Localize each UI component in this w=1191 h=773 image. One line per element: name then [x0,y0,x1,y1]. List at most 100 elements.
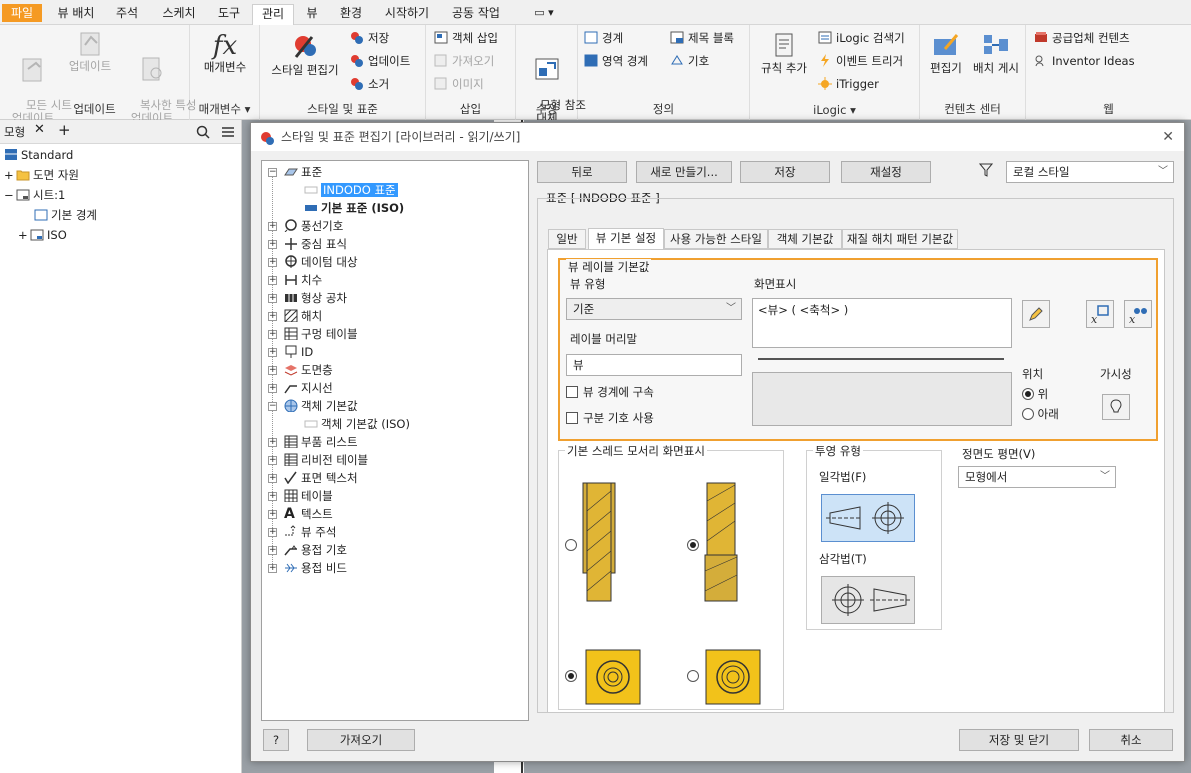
browser-tab-label[interactable]: 모형 [4,124,25,140]
ilogic-browser-button[interactable]: iLogic 검색기 [818,29,905,47]
position-above-radio[interactable]: 위 [1022,386,1048,402]
save-and-close-button[interactable]: 저장 및 닫기 [959,729,1079,751]
tree-item-object-defaults[interactable]: 객체 기본값 [284,397,358,415]
expand-icon[interactable]: + [268,330,277,339]
tab-get-started[interactable]: 시작하기 [378,4,436,22]
tab-annotate[interactable]: 주석 [110,4,144,22]
expand-icon[interactable]: + [268,510,277,519]
add-tab-icon[interactable]: + [58,121,71,139]
expand-icon[interactable]: + [268,294,277,303]
radio[interactable] [1022,388,1034,400]
third-angle-button[interactable] [821,576,915,624]
style-tree[interactable]: − 표준 INDODO 표준 기본 표준 (ISO) + 풍선기호 + 중심 표… [261,160,529,721]
tree-item-surface-texture[interactable]: 표면 텍스처 [284,469,358,487]
thread-option-2-radio[interactable] [687,538,699,552]
browser-item-drawing-resources[interactable]: + 도면 자원 [4,166,79,184]
radio[interactable] [687,670,699,682]
tree-item-view-annotation[interactable]: 뷰 주석 [284,523,336,541]
import-button[interactable]: 가져오기 [307,729,415,751]
checkbox[interactable] [566,412,578,424]
tab-file[interactable]: 파일 [2,4,43,22]
cc-editor-button[interactable]: 편집기 [926,31,966,75]
border-button[interactable]: 경계 [584,29,623,47]
expand-icon[interactable]: + [268,564,277,573]
position-below-radio[interactable]: 아래 [1022,406,1059,422]
expand-icon[interactable]: + [268,456,277,465]
tree-item-text[interactable]: A 텍스트 [284,505,333,523]
tree-item-parts-list[interactable]: 부품 리스트 [284,433,358,451]
tree-item-center-mark[interactable]: 중심 표식 [284,235,347,253]
tree-item-indodo[interactable]: INDODO 표준 [304,181,398,199]
zone-border-button[interactable]: 영역 경계 [584,52,648,70]
expand-icon[interactable]: + [268,384,277,393]
cancel-button[interactable]: 취소 [1089,729,1173,751]
radio[interactable] [565,670,577,682]
tab-environments[interactable]: 환경 [334,4,368,22]
tab-view-layout[interactable]: 뷰 배치 [52,4,100,22]
inventor-ideas-button[interactable]: Inventor Ideas [1034,52,1135,70]
batch-publish-button[interactable]: 배치 게시 [968,31,1024,75]
menu-icon[interactable] [221,125,235,139]
tree-item-balloon[interactable]: 풍선기호 [284,217,343,235]
tree-item-layers[interactable]: 도면층 [284,361,333,379]
edit-format-button[interactable] [1022,300,1050,328]
tab-object-defaults[interactable]: 객체 기본값 [768,229,842,249]
tab-view[interactable]: 뷰 [300,4,324,22]
tree-item-leader[interactable]: 지시선 [284,379,333,397]
expand-icon[interactable]: + [268,312,277,321]
display-format-field[interactable]: <뷰> ( <축척> ) [752,298,1012,348]
image-button[interactable]: 이미지 [434,75,484,93]
tree-item-id[interactable]: ID [284,343,313,361]
radio[interactable] [1022,408,1034,420]
visibility-button[interactable] [1102,394,1130,420]
view-label-x-button[interactable]: x [1086,300,1114,328]
new-button[interactable]: 새로 만들기... [636,161,732,183]
browser-item-standard[interactable]: Standard [4,146,73,164]
collapse-icon[interactable]: − [268,402,277,411]
expand-icon[interactable]: + [268,366,277,375]
tree-item-weld-bead[interactable]: 용접 비드 [284,559,347,577]
prefix-input[interactable]: 뷰 [566,354,742,376]
tree-item-gdt[interactable]: 형상 공차 [284,289,347,307]
browser-item-default-border[interactable]: 기본 경계 [34,206,97,224]
style-filter-dropdown[interactable]: 로컬 스타일 ﹀ [1006,161,1174,183]
browser-item-sheet[interactable]: − 시트:1 [4,186,65,204]
expand-icon[interactable]: + [268,276,277,285]
itrigger-button[interactable]: iTrigger [818,75,879,93]
expand-icon[interactable]: + [268,492,277,501]
help-button[interactable]: ? [263,729,289,751]
purge-styles-button[interactable]: 소거 [350,75,389,93]
group-title-params[interactable]: 매개변수 ▾ [190,101,259,117]
radio[interactable] [565,539,577,551]
expand-icon[interactable]: + [268,348,277,357]
tab-material-hatch-defaults[interactable]: 재질 해치 패턴 기본값 [842,229,958,249]
tree-item-standard[interactable]: 표준 [284,163,322,181]
thread-option-1-radio[interactable] [565,538,577,552]
expand-icon[interactable]: + [268,240,277,249]
expand-icon[interactable]: + [4,166,16,184]
collapse-icon[interactable]: − [4,186,16,204]
add-rule-button[interactable]: 규칙 추가 [754,31,814,75]
close-icon[interactable]: ✕ [1162,123,1174,151]
parameters-button[interactable]: fx 매개변수 [194,31,256,74]
tree-item-revision-table[interactable]: 리비전 테이블 [284,451,368,469]
thread-option-4-radio[interactable] [687,669,699,683]
tab-view-preferences[interactable]: 뷰 기본 설정 [588,228,664,249]
delimiter-checkbox[interactable]: 구분 기호 사용 [566,410,654,426]
save-button[interactable]: 저장 [740,161,830,183]
tree-item-table[interactable]: 테이블 [284,487,333,505]
tree-item-default-iso[interactable]: 기본 표준 (ISO) [304,199,404,217]
supplier-content-button[interactable]: 공급업체 컨텐츠 [1034,29,1130,47]
expand-icon[interactable]: + [268,528,277,537]
first-angle-button[interactable] [821,494,915,542]
binoculars-x-button[interactable]: x [1124,300,1152,328]
expand-icon[interactable]: + [268,222,277,231]
expand-icon[interactable]: + [268,546,277,555]
save-styles-button[interactable]: 저장 [350,29,389,47]
import-button[interactable]: 가져오기 [434,52,494,70]
update-styles-button[interactable]: 업데이트 [350,52,410,70]
constrain-checkbox[interactable]: 뷰 경계에 구속 [566,384,654,400]
expand-icon[interactable]: + [268,474,277,483]
tab-manage[interactable]: 관리 [252,4,294,25]
reset-button[interactable]: 재설정 [841,161,931,183]
